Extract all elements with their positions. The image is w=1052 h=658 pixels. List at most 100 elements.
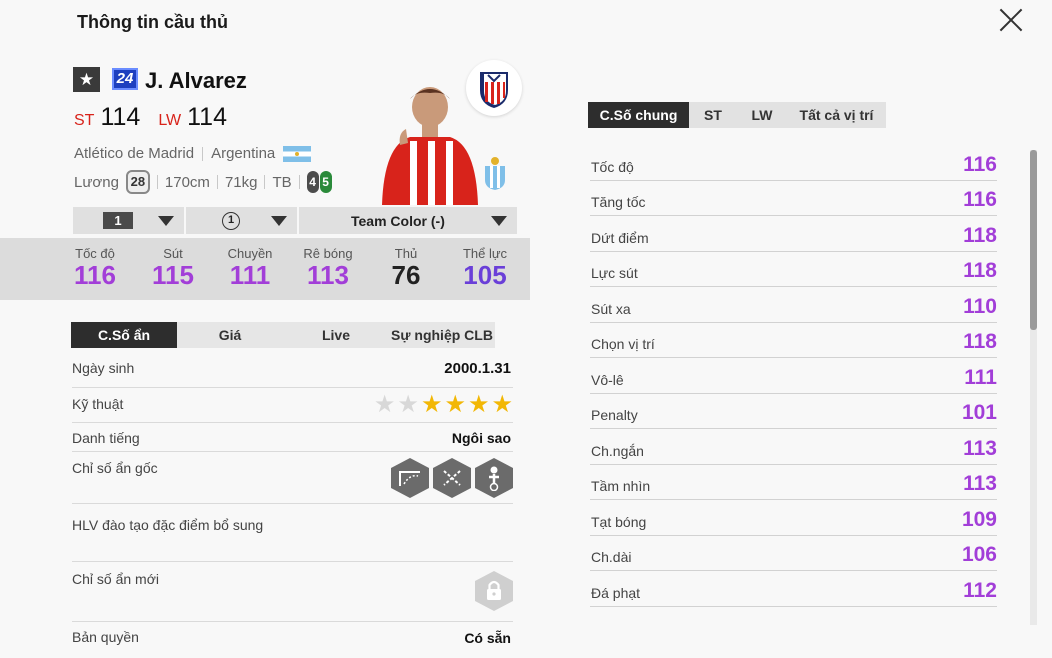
attribute-row: Chọn vị trí 118 [590,323,997,358]
attribute-value: 106 [961,543,997,566]
new-traits-row: Chỉ số ẩn mới [72,562,513,622]
coach-traits-label: HLV đào tạo đặc điểm bổ sung [72,517,264,533]
selector-row: 1 1 Team Color (-) [73,207,517,234]
star-icon: ★ [491,391,513,418]
tab-general-stats[interactable]: C.Số chung [588,102,689,128]
attribute-value: 112 [963,578,997,602]
left-tab-bar: C.Số ẩn Giá Live Sự nghiệp CLB [71,322,495,348]
stat-value: 115 [152,260,194,290]
hidden-traits-row: Chỉ số ẩn gốc [72,452,513,504]
upgrade-level-value: 1 [103,212,133,229]
scrollbar-thumb[interactable] [1030,150,1037,330]
attribute-row: Tạt bóng 109 [590,500,997,536]
fame-row: Danh tiếng Ngôi sao [72,423,513,452]
right-foot-rating: 5 [319,171,332,193]
star-icon: ★ [444,391,466,418]
team-level-value: 1 [222,211,240,230]
attribute-label: Tốc độ [591,158,634,175]
tab-st[interactable]: ST [689,102,737,128]
summary-stat: Thủ 76 [371,246,441,289]
star-icon: ★ [373,391,396,418]
upgrade-level-dropdown[interactable]: 1 [73,207,184,234]
attribute-value: 113 [963,472,997,495]
license-value: Có sẵn [464,630,511,646]
tab-price[interactable]: Giá [177,322,283,348]
close-icon[interactable] [996,4,1026,34]
birth-label: Ngày sinh [72,360,135,376]
attribute-value: 113 [963,436,997,460]
dropdown-arrow-icon [158,215,174,226]
attribute-value: 118 [963,259,997,282]
attribute-label: Dứt điểm [591,229,649,246]
dribble-trait-icon[interactable] [433,458,471,498]
license-row: Bản quyền Có sẵn [72,622,513,656]
attribute-label: Chọn vị trí [591,336,655,352]
attribute-label: Penalty [591,407,638,423]
star-icon: ★ [467,391,490,418]
stat-value: 111 [229,260,271,290]
divider [156,175,158,189]
hidden-traits-label: Chỉ số ẩn gốc [72,460,158,476]
attribute-label: Sút xa [591,300,631,317]
body-type: TB [272,173,292,191]
attribute-value: 118 [963,223,997,247]
divider [216,175,218,189]
birth-row: Ngày sinh 2000.1.31 [72,358,513,388]
position-code: LW [158,112,182,129]
position-rating: 114 [100,103,141,131]
skill-label: Kỹ thuật [72,396,124,412]
attribute-value: 116 [963,188,997,211]
team-color-dropdown[interactable]: Team Color (-) [299,207,517,234]
attribute-value: 110 [963,294,997,318]
stat-label: Sút [163,246,183,261]
dropdown-arrow-icon [271,215,287,226]
attribute-row: Tầm nhìn 113 [590,465,997,500]
skill-row: Kỹ thuật ★ ★ ★ ★ ★ ★ [72,388,513,423]
stat-label: Thủ [394,246,418,261]
argentina-flag-icon [283,145,312,162]
team-level-dropdown[interactable]: 1 [186,207,297,234]
attribute-row: Đá phạt 112 [590,571,997,607]
tab-live[interactable]: Live [283,322,389,348]
star-icon: ★ [420,391,443,418]
right-tab-bar: C.Số chung ST LW Tất cả vị trí [588,102,886,128]
coach-traits-row: HLV đào tạo đặc điểm bổ sung [72,504,513,562]
attribute-row: Tăng tốc 116 [590,181,997,216]
skill-stars: ★ ★ ★ ★ ★ ★ [374,390,513,419]
attribute-value: 101 [961,401,997,424]
divider [202,146,204,161]
left-foot-rating: 4 [306,171,319,193]
attribute-label: Tầm nhìn [591,478,651,494]
salary-label: Lương [74,173,119,191]
new-traits-label: Chỉ số ẩn mới [72,571,159,587]
stat-value: 113 [307,260,349,290]
player-photo [370,85,482,205]
position-rating: 114 [187,103,227,131]
birth-value: 2000.1.31 [444,360,511,377]
nation-crest-icon [483,156,507,190]
power-header-trait-icon[interactable] [475,458,513,498]
summary-stat: Tốc độ 116 [60,246,130,289]
stat-value: 116 [74,260,116,290]
attribute-row: Dứt điểm 118 [590,216,997,252]
finesse-shot-trait-icon[interactable] [391,458,429,498]
tab-lw[interactable]: LW [737,102,787,128]
season-badge: 24 [112,68,138,90]
club-name: Atlético de Madrid [74,145,195,162]
club-nation-line: Atlético de Madrid Argentina [74,145,312,162]
attribute-label: Ch.dài [591,549,632,565]
stat-label: Tốc độ [75,246,115,261]
height: 170cm [164,173,210,191]
scrollbar[interactable] [1030,150,1037,625]
player-name: J. Alvarez [145,68,247,93]
license-label: Bản quyền [72,629,139,645]
divider [298,175,300,189]
fame-label: Danh tiếng [72,430,140,446]
tab-hidden-stats[interactable]: C.Số ẩn [71,322,177,348]
star-icon: ★ [73,67,100,92]
summary-stat: Sút 115 [138,246,208,289]
tab-club-career[interactable]: Sự nghiệp CLB [389,322,495,348]
weight: 71kg [224,173,258,191]
attribute-value: 116 [963,152,997,176]
tab-all-positions[interactable]: Tất cả vị trí [787,102,886,128]
